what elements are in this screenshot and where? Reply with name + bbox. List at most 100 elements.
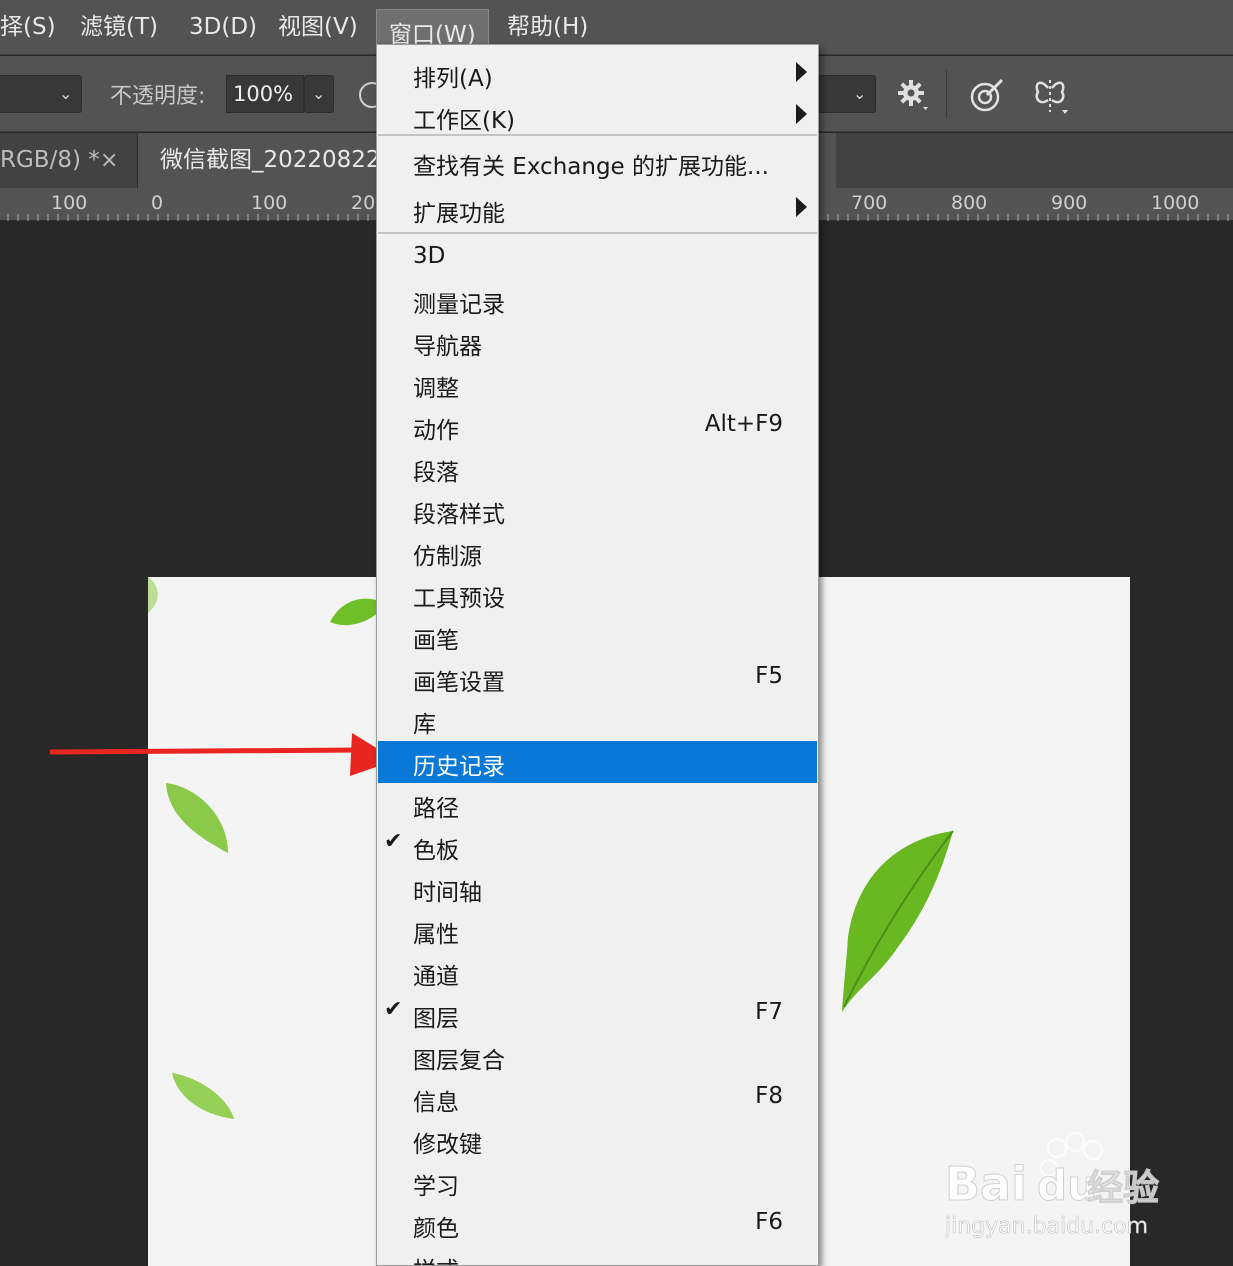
menu-separator xyxy=(378,232,817,234)
menu-item-label: 调整 xyxy=(413,376,459,402)
tab-document-1[interactable]: RGB/8) * × xyxy=(0,133,137,188)
menu-item[interactable]: 测量记录 xyxy=(378,279,817,321)
menu-item-label: 工作区(K) xyxy=(413,108,516,134)
menu-item[interactable]: 查找有关 Exchange 的扩展功能... xyxy=(378,141,817,183)
menu-item-label: 排列(A) xyxy=(413,66,493,92)
menu-item[interactable]: 学习 xyxy=(378,1161,817,1203)
menu-item-label: 段落样式 xyxy=(413,502,505,528)
ruler-label: 800 xyxy=(951,192,988,214)
opacity-dropdown[interactable]: ⌄ xyxy=(304,75,334,113)
menu-item[interactable]: 仿制源 xyxy=(378,531,817,573)
ruler-label: 0 xyxy=(151,192,164,214)
menu-item-label: 信息 xyxy=(413,1090,459,1116)
menu-item-label: 导航器 xyxy=(413,334,482,360)
menu-item-shortcut: F7 xyxy=(755,999,783,1025)
menu-item-label: 图层复合 xyxy=(413,1048,505,1074)
submenu-arrow-icon xyxy=(796,197,807,217)
menu-item-label: 颜色 xyxy=(413,1216,459,1242)
menu-item[interactable]: 修改键 xyxy=(378,1119,817,1161)
menu-item-label: 画笔 xyxy=(413,628,459,654)
watermark-brand-cn: 经验 xyxy=(1087,1168,1159,1209)
gear-icon[interactable] xyxy=(896,78,930,116)
leaf-image xyxy=(166,783,228,853)
menu-item[interactable]: 通道 xyxy=(378,951,817,993)
menu-item[interactable]: 段落样式 xyxy=(378,489,817,531)
menu-item[interactable]: 颜色 F6 xyxy=(378,1203,817,1245)
menu-item-label: 学习 xyxy=(413,1174,459,1200)
menu-item[interactable]: 工作区(K) xyxy=(378,95,817,137)
ruler-label: 20 xyxy=(351,192,376,214)
menu-item-shortcut: F6 xyxy=(755,1209,783,1235)
airbrush-icon[interactable] xyxy=(356,80,385,114)
menu-item[interactable]: 样式 xyxy=(378,1245,817,1265)
chevron-down-icon: ⌄ xyxy=(312,84,326,103)
checkmark-icon: ✔ xyxy=(384,997,403,1022)
menu-item[interactable]: ✔ 色板 xyxy=(378,825,817,867)
menu-item-label: 色板 xyxy=(413,838,459,864)
menu-item-label: 修改键 xyxy=(413,1132,482,1158)
menu-filter[interactable]: 滤镜(T) xyxy=(80,0,158,55)
tab-label: RGB/8) * xyxy=(0,147,100,173)
ruler-label: 100 xyxy=(251,192,288,214)
menu-item[interactable]: 工具预设 xyxy=(378,573,817,615)
menu-item-label: 仿制源 xyxy=(413,544,482,570)
pressure-icon[interactable] xyxy=(968,76,1006,118)
submenu-arrow-icon xyxy=(796,62,807,82)
menu-item-label: 3D xyxy=(413,243,446,269)
menu-item[interactable]: 信息 F8 xyxy=(378,1077,817,1119)
menu-item-label: 路径 xyxy=(413,796,459,822)
menu-item-label: 图层 xyxy=(413,1006,459,1032)
watermark-brand: Bai xyxy=(945,1157,1027,1211)
toolbar-divider xyxy=(946,70,947,118)
menu-item[interactable]: 段落 xyxy=(378,447,817,489)
mode-dropdown[interactable]: ⌄ xyxy=(0,75,82,113)
baidu-watermark: Bai du 经验 jingyan.baidu.com xyxy=(945,1132,1160,1239)
symmetry-icon[interactable] xyxy=(1032,76,1072,120)
menu-item-label: 段落 xyxy=(413,460,459,486)
menu-item[interactable]: ✔ 图层 F7 xyxy=(378,993,817,1035)
chevron-down-icon: ⌄ xyxy=(59,84,73,103)
menu-item-shortcut: F5 xyxy=(755,663,783,689)
menu-item-label: 库 xyxy=(413,712,436,738)
menu-item[interactable]: 3D xyxy=(378,237,817,279)
chevron-down-icon: ⌄ xyxy=(853,84,867,103)
menu-select[interactable]: 择(S) xyxy=(0,0,56,55)
leaf-image xyxy=(172,1073,234,1119)
menu-3d[interactable]: 3D(D) xyxy=(189,0,257,55)
menu-item-label: 画笔设置 xyxy=(413,670,505,696)
menu-item[interactable]: 库 xyxy=(378,699,817,741)
menu-item[interactable]: 时间轴 xyxy=(378,867,817,909)
submenu-arrow-icon xyxy=(796,104,807,124)
close-icon[interactable]: × xyxy=(100,133,118,188)
opacity-input[interactable]: 100% xyxy=(226,75,304,113)
menu-item-label: 工具预设 xyxy=(413,586,505,612)
menu-view[interactable]: 视图(V) xyxy=(278,0,358,55)
menu-item-label: 扩展功能 xyxy=(413,201,505,227)
menu-item[interactable]: 画笔设置 F5 xyxy=(378,657,817,699)
menu-item[interactable]: 图层复合 xyxy=(378,1035,817,1077)
opacity-label: 不透明度: xyxy=(110,84,206,109)
ruler-label: 100 xyxy=(51,192,88,214)
menu-item[interactable]: 调整 xyxy=(378,363,817,405)
menu-item[interactable]: 属性 xyxy=(378,909,817,951)
ruler-label: 1000 xyxy=(1151,192,1200,214)
menu-item-label: 查找有关 Exchange 的扩展功能... xyxy=(413,154,769,180)
menu-item-label: 时间轴 xyxy=(413,880,482,906)
menu-item-shortcut: Alt+F9 xyxy=(704,411,783,437)
watermark-url: jingyan.baidu.com xyxy=(945,1214,1148,1239)
menu-item[interactable]: 排列(A) xyxy=(378,53,817,95)
menu-item[interactable]: 动作 Alt+F9 xyxy=(378,405,817,447)
menu-item-label: 属性 xyxy=(413,922,459,948)
menu-item-label: 动作 xyxy=(413,418,459,444)
menu-item[interactable]: 画笔 xyxy=(378,615,817,657)
menu-item-label: 历史记录 xyxy=(413,754,505,780)
menu-item[interactable]: 路径 xyxy=(378,783,817,825)
leaf-image xyxy=(842,830,954,1012)
flow-dropdown[interactable]: ⌄ xyxy=(818,75,876,113)
menu-item[interactable]: 导航器 xyxy=(378,321,817,363)
ruler-label: 900 xyxy=(1051,192,1088,214)
menu-item[interactable]: 扩展功能 xyxy=(378,188,817,230)
ruler-label: 700 xyxy=(851,192,888,214)
menu-item[interactable]: 历史记录 xyxy=(378,741,817,783)
tab-label: 微信截图_20220822 xyxy=(160,147,381,173)
